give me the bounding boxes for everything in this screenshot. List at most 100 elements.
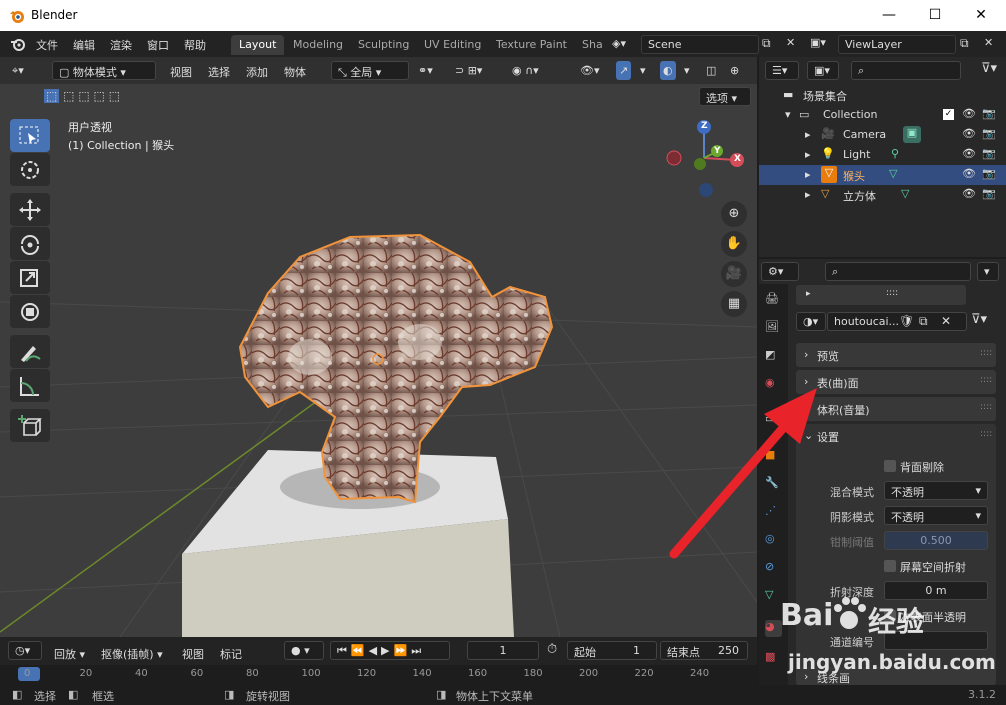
menu-view[interactable]: 视图 <box>170 61 192 80</box>
perspective-grid-icon[interactable]: ▦ <box>721 291 747 317</box>
3d-viewport[interactable]: ⌖▾ ▢ 物体模式 ▾ 视图 选择 添加 物体 ⤡ 全局 ▾ ⚭▾ ⊃ ⊞▾ ◉… <box>0 57 757 637</box>
select-mode-icons[interactable]: ⬚ ⬚ ⬚ ⬚ ⬚ <box>44 89 120 103</box>
mode-select[interactable]: ▢ 物体模式 ▾ <box>52 61 156 80</box>
tab-uv-editing[interactable]: UV Editing <box>416 35 489 55</box>
tab-render-icon[interactable]: 🖨 <box>765 292 782 309</box>
menu-file[interactable]: 文件 <box>36 37 58 53</box>
tab-texture-paint[interactable]: Texture Paint <box>488 35 575 55</box>
preview-range-icon[interactable]: ⏱ <box>547 642 557 657</box>
menu-playback[interactable]: 回放 ▾ <box>54 643 85 662</box>
collection-exclude-checkbox[interactable]: ✓ <box>943 109 954 120</box>
menu-edit[interactable]: 编辑 <box>73 37 95 53</box>
backface-culling-checkbox[interactable] <box>884 460 896 472</box>
properties-options-icon[interactable]: ▾ <box>977 262 999 281</box>
menu-window[interactable]: 窗口 <box>147 37 169 53</box>
duplicate-material-icon[interactable]: ⧉ <box>919 314 928 329</box>
tab-modeling[interactable]: Modeling <box>285 35 351 55</box>
tab-sculpting[interactable]: Sculpting <box>350 35 417 55</box>
outliner-item-monkey[interactable]: ▸ ▽ 猴头 ▽ 👁 📷 <box>759 165 1006 185</box>
gizmo-toggle-icon[interactable]: ↗ <box>616 61 632 80</box>
end-frame-field[interactable]: 结束点 250 <box>660 641 748 660</box>
new-scene-icon[interactable]: ⧉ <box>762 36 771 51</box>
current-frame-field[interactable]: 1 <box>467 641 539 660</box>
select-new-icon[interactable]: ⬚ <box>44 89 60 103</box>
panel-preview[interactable]: › 预览 :::: <box>796 343 996 367</box>
eye-icon[interactable]: 👁 <box>962 147 976 160</box>
pivot-icon[interactable]: ⚭▾ <box>418 61 433 80</box>
shadow-mode-select[interactable]: 不透明 ▾ <box>884 506 988 525</box>
camera-view-icon[interactable]: 🎥 <box>721 261 747 287</box>
filter-icon[interactable]: ⊽▾ <box>981 61 997 76</box>
fake-user-icon[interactable]: 🛡 <box>899 314 914 328</box>
options-dropdown[interactable]: 选项 ▾ <box>699 87 751 106</box>
tool-move[interactable] <box>10 193 50 226</box>
new-view-layer-icon[interactable]: ⧉ <box>960 36 969 51</box>
menu-render[interactable]: 渲染 <box>110 37 132 53</box>
gizmo-dropdown-icon[interactable]: ▾ <box>640 61 646 80</box>
minimize-button[interactable]: — <box>866 4 912 26</box>
shading-wire-icon[interactable]: ⊕ <box>730 61 739 80</box>
delete-scene-icon[interactable]: ✕ <box>786 36 795 49</box>
clip-threshold-field[interactable]: 0.500 <box>884 531 988 550</box>
outliner-search-input[interactable]: ⌕ <box>851 61 961 80</box>
outliner-item-camera[interactable]: ▸ 🎥 Camera ▣ 👁 📷 <box>759 125 1006 145</box>
tool-add-cube[interactable] <box>10 409 50 442</box>
material-browse-icon[interactable]: ◑▾ <box>796 312 826 331</box>
overlay-toggle-icon[interactable]: ◐ <box>660 61 676 80</box>
menu-add[interactable]: 添加 <box>246 61 268 80</box>
render-camera-icon[interactable]: 📷 <box>982 127 996 140</box>
menu-object[interactable]: 物体 <box>284 61 306 80</box>
view-layer-icon[interactable]: ▣▾ <box>810 36 826 49</box>
close-window-button[interactable]: ✕ <box>958 4 1004 26</box>
pan-hand-icon[interactable]: ✋ <box>721 231 747 257</box>
tool-scale[interactable] <box>10 261 50 294</box>
tab-view-layer-icon[interactable]: ◩ <box>765 348 782 365</box>
eye-icon[interactable]: 👁 <box>962 127 976 140</box>
tool-annotate[interactable] <box>10 335 50 368</box>
record-button[interactable]: ● ▾ <box>284 641 324 660</box>
outliner-editor-icon[interactable]: ☰▾ <box>765 61 799 80</box>
tool-measure[interactable] <box>10 369 50 402</box>
proportional-edit-icon[interactable]: ◉ ∩▾ <box>512 61 539 80</box>
frame-ruler[interactable]: 0 20 40 60 80 100 120 140 160 180 200 220 240 <box>0 665 757 685</box>
tool-rotate[interactable] <box>10 227 50 260</box>
select-subtract-icon[interactable]: ⬚ <box>78 89 89 103</box>
menu-help[interactable]: 帮助 <box>184 37 206 53</box>
blender-menu-icon[interactable] <box>10 37 26 51</box>
properties-search-input[interactable]: ⌕ <box>825 262 971 281</box>
outliner-item-light[interactable]: ▸ 💡 Light ⚲ 👁 📷 <box>759 145 1006 165</box>
select-extend-icon[interactable]: ⬚ <box>63 89 74 103</box>
node-tree-icon[interactable]: ⊽▾ <box>971 312 987 327</box>
properties-editor-icon[interactable]: ⚙▾ <box>761 262 799 281</box>
eye-icon[interactable]: 👁 <box>962 107 976 120</box>
tab-layout[interactable]: Layout <box>231 35 285 55</box>
eye-icon[interactable]: 👁 <box>962 187 976 200</box>
editor-type-icon[interactable]: ⌖▾ <box>12 61 24 80</box>
maximize-button[interactable]: ☐ <box>912 4 958 26</box>
timeline-menu-view[interactable]: 视图 <box>182 643 204 662</box>
select-invert-icon[interactable]: ⬚ <box>94 89 105 103</box>
outliner-collection[interactable]: ▾ ▭ Collection ✓ 👁 📷 <box>759 105 1006 125</box>
zoom-icon[interactable]: ⊕ <box>721 201 747 227</box>
timeline-editor-icon[interactable]: ◷▾ <box>8 641 42 660</box>
screen-refraction-checkbox[interactable] <box>884 560 896 572</box>
menu-select[interactable]: 选择 <box>208 61 230 80</box>
menu-marker[interactable]: 标记 <box>220 643 242 662</box>
render-camera-icon[interactable]: 📷 <box>982 147 996 160</box>
menu-keying[interactable]: 抠像(插帧) ▾ <box>101 643 163 662</box>
tool-transform[interactable] <box>10 295 50 328</box>
transform-orientation-select[interactable]: ⤡ 全局 ▾ <box>331 61 409 80</box>
start-frame-field[interactable]: 起始 1 <box>567 641 657 660</box>
display-mode-icon[interactable]: ▣▾ <box>807 61 839 80</box>
expand-icon[interactable]: ▾ <box>785 108 791 121</box>
outliner-item-cube[interactable]: ▸ ▽ 立方体 ▽ 👁 📷 <box>759 185 1006 205</box>
render-camera-icon[interactable]: 📷 <box>982 107 996 120</box>
delete-view-layer-icon[interactable]: ✕ <box>984 36 993 49</box>
xray-icon[interactable]: ◫ <box>706 61 716 80</box>
unlink-material-icon[interactable]: ✕ <box>941 314 951 328</box>
playback-controls[interactable]: ⏮⏪◀▶⏩⏭ <box>330 641 450 660</box>
scene-field[interactable]: Scene <box>641 35 759 54</box>
eye-icon[interactable]: 👁 <box>962 167 976 180</box>
blend-mode-select[interactable]: 不透明 ▾ <box>884 481 988 500</box>
tab-shading[interactable]: Sha <box>574 35 611 55</box>
